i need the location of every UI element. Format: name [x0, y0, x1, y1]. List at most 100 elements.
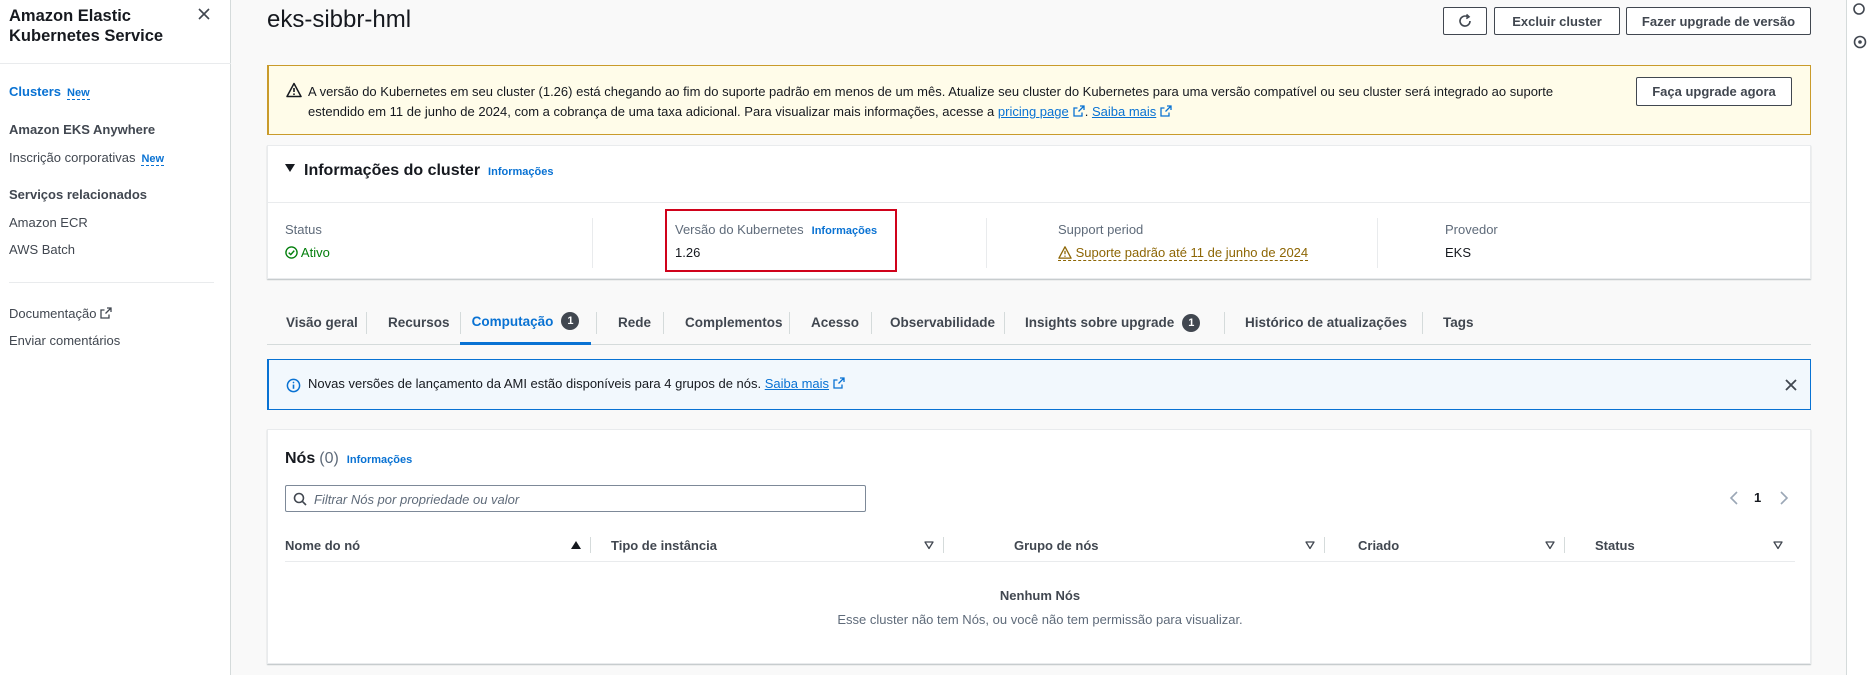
- sidebar-item-ecr[interactable]: Amazon ECR: [9, 215, 88, 230]
- status-field: Status Ativo: [285, 222, 330, 260]
- sidebar-item-clusters[interactable]: Clusters New: [9, 84, 90, 100]
- status-value: Ativo: [285, 245, 330, 260]
- external-link-icon: [1160, 105, 1172, 117]
- new-badge: New: [141, 153, 165, 166]
- tab-overview[interactable]: Visão geral: [286, 300, 358, 345]
- sidebar-item-batch[interactable]: AWS Batch: [9, 242, 75, 257]
- empty-state-title: Nenhum Nós: [999, 588, 1081, 603]
- tab-access[interactable]: Acesso: [811, 300, 859, 345]
- close-icon[interactable]: [1784, 378, 1798, 392]
- divider: [943, 537, 944, 553]
- refresh-icon: [1459, 13, 1471, 27]
- sidebar-item-documentation[interactable]: Documentação: [9, 306, 113, 321]
- divider: [268, 202, 1812, 203]
- support-period-field: Support period Suporte padrão até 11 de …: [1058, 222, 1309, 261]
- new-badge: New: [67, 87, 90, 100]
- divider: [1422, 312, 1423, 334]
- learn-more-link[interactable]: Saiba mais: [765, 376, 829, 391]
- service-title[interactable]: Amazon Elastic Kubernetes Service: [9, 6, 199, 46]
- divider: [1004, 312, 1005, 334]
- divider: [871, 312, 872, 334]
- nodes-filter[interactable]: [285, 485, 866, 512]
- provider-field: Provedor EKS: [1445, 222, 1498, 260]
- external-link-icon: [833, 377, 845, 389]
- divider: [663, 312, 664, 334]
- status-label: Status: [285, 222, 322, 237]
- sort-ascending-icon[interactable]: [571, 540, 581, 550]
- info-icon: [286, 378, 301, 393]
- divider: [592, 218, 593, 268]
- divider: [789, 312, 790, 334]
- upgrade-now-button[interactable]: Faça upgrade agora: [1636, 77, 1792, 106]
- provider-value: EKS: [1445, 245, 1472, 260]
- page-number[interactable]: 1: [1754, 490, 1761, 505]
- divider: [366, 312, 367, 334]
- sidebar-item-feedback[interactable]: Enviar comentários: [9, 333, 120, 348]
- pricing-page-link[interactable]: pricing page: [998, 104, 1069, 119]
- learn-more-link[interactable]: Saiba mais: [1092, 104, 1156, 119]
- sort-icon[interactable]: [1305, 540, 1315, 550]
- sidebar-item-eks-anywhere[interactable]: Amazon EKS Anywhere: [9, 122, 155, 137]
- support-period-value[interactable]: Suporte padrão até 11 de junho de 2024: [1058, 245, 1309, 261]
- column-node-name[interactable]: Nome do nó: [285, 528, 360, 562]
- nodes-panel: Nós(0)Informações 1 Nome do nó Tipo de i…: [267, 429, 1811, 664]
- cluster-tabs: Visão geral Recursos Computação 1 Rede Co…: [267, 300, 1811, 345]
- provider-label: Provedor: [1445, 222, 1498, 237]
- tab-tags[interactable]: Tags: [1443, 300, 1474, 345]
- sort-icon[interactable]: [924, 540, 934, 550]
- refresh-button[interactable]: [1443, 7, 1487, 35]
- check-circle-icon: [285, 246, 298, 259]
- sidebar-item-enterprise-subscriptions[interactable]: Inscrição corporativas New: [9, 150, 165, 166]
- page-title: eks-sibbr-hml: [267, 6, 412, 33]
- support-period-label: Support period: [1058, 222, 1144, 237]
- divider: [986, 218, 987, 268]
- divider: [1564, 537, 1565, 553]
- search-icon: [293, 492, 307, 506]
- column-status[interactable]: Status: [1595, 528, 1635, 562]
- column-instance-type[interactable]: Tipo de instância: [611, 528, 717, 562]
- sort-icon[interactable]: [1545, 540, 1555, 550]
- highlight-box: [665, 209, 897, 272]
- table-header: Nome do nó Tipo de instância Grupo de nó…: [285, 528, 1795, 562]
- warning-message: A versão do Kubernetes em seu cluster (1…: [308, 84, 1554, 119]
- tab-add-ons[interactable]: Complementos: [685, 300, 783, 345]
- external-link-icon: [1073, 105, 1085, 117]
- tab-observability[interactable]: Observabilidade: [890, 300, 995, 345]
- delete-cluster-button[interactable]: Excluir cluster: [1494, 7, 1620, 35]
- search-icon[interactable]: [1852, 2, 1868, 18]
- column-created[interactable]: Criado: [1358, 528, 1399, 562]
- caret-down-icon[interactable]: [285, 163, 295, 173]
- tab-networking[interactable]: Rede: [618, 300, 651, 345]
- external-link-icon: [100, 307, 113, 319]
- ami-info-message: Novas versões de lançamento da AMI estão…: [308, 376, 845, 391]
- chevron-left-icon[interactable]: [1728, 490, 1740, 506]
- sort-icon[interactable]: [1773, 540, 1783, 550]
- empty-state-description: Esse cluster não tem Nós, ou você não te…: [837, 612, 1243, 627]
- tab-upgrade-insights[interactable]: Insights sobre upgrade 1: [1025, 300, 1201, 345]
- nodes-count: (0): [319, 450, 339, 467]
- warning-icon: [286, 82, 302, 98]
- info-link[interactable]: Informações: [347, 454, 412, 466]
- divider: [1377, 218, 1378, 268]
- close-icon[interactable]: [196, 6, 212, 22]
- chevron-right-icon[interactable]: [1778, 490, 1790, 506]
- support-warning-banner: A versão do Kubernetes em seu cluster (1…: [267, 65, 1811, 135]
- warning-icon: [1058, 246, 1072, 259]
- utility-strip: [1846, 0, 1871, 675]
- tab-compute[interactable]: Computação 1: [460, 300, 591, 345]
- column-node-group[interactable]: Grupo de nós: [1014, 528, 1099, 562]
- sidebar-section-related-services: Serviços relacionados: [9, 187, 148, 202]
- filter-input[interactable]: [314, 489, 859, 509]
- divider: [1224, 312, 1225, 334]
- upgrade-version-button[interactable]: Fazer upgrade de versão: [1626, 7, 1811, 35]
- side-navigation: Amazon Elastic Kubernetes Service Cluste…: [0, 0, 231, 675]
- cluster-info-heading[interactable]: Informações do cluster Informações: [304, 162, 553, 180]
- tab-resources[interactable]: Recursos: [388, 300, 450, 345]
- divider: [590, 537, 591, 553]
- divider: [1324, 537, 1325, 553]
- tab-update-history[interactable]: Histórico de atualizações: [1245, 300, 1407, 345]
- info-link[interactable]: Informações: [488, 166, 553, 178]
- cluster-info-panel: Informações do cluster Informações Status…: [267, 145, 1812, 279]
- settings-icon[interactable]: [1852, 34, 1868, 50]
- ami-info-banner: Novas versões de lançamento da AMI estão…: [267, 359, 1811, 410]
